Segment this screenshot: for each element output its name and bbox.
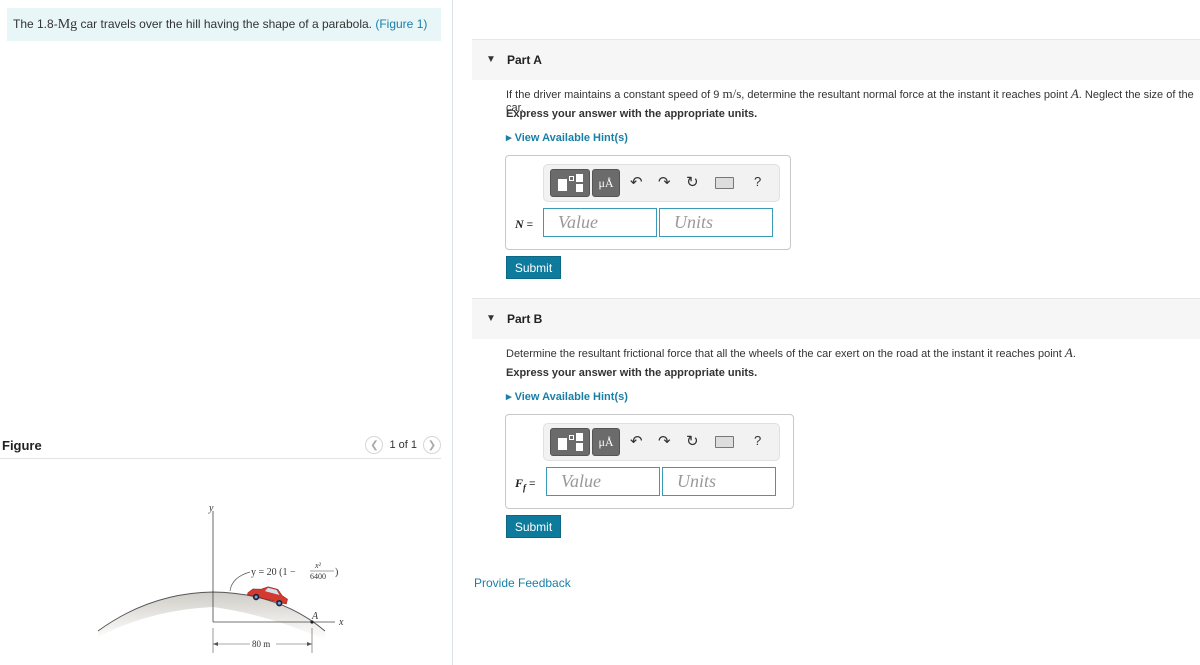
part-a-header[interactable]: ▼ Part A [472,39,1200,80]
value-input[interactable] [543,208,657,237]
fraction-template-icon [558,438,567,450]
equation-numerator: x² [314,561,322,570]
variable-symbol: F [515,476,524,490]
redo-icon[interactable]: ↷ [658,173,671,191]
undo-icon[interactable]: ↶ [630,173,643,191]
math-toolbar: μÅ ↶ ↷ ↻ ? [543,423,780,461]
part-b-submit-button[interactable]: Submit [506,515,561,538]
problem-text-after: car travels over the hill having the sha… [77,17,376,31]
units-input[interactable] [659,208,773,237]
equation-suffix: ) [335,567,338,578]
part-b-instruction: Express your answer with the appropriate… [506,367,758,379]
templates-button[interactable] [550,169,590,197]
reset-icon[interactable]: ↻ [686,432,699,450]
variable-subscript: f [523,482,527,493]
question-text: Determine the resultant frictional force… [506,348,1065,360]
keyboard-icon[interactable] [715,177,734,189]
provide-feedback-link[interactable]: Provide Feedback [474,576,571,590]
equation-denominator: 6400 [310,572,326,581]
part-b-label: Part B [507,312,543,326]
variable-label: Ff = [515,476,536,493]
redo-icon[interactable]: ↷ [658,432,671,450]
figure-title: Figure [2,438,42,453]
dimension-arrow-left [213,642,218,646]
keyboard-icon[interactable] [715,436,734,448]
pager-text: 1 of 1 [389,439,417,451]
problem-text-before: The 1.8- [13,17,58,31]
part-b-answer-box: μÅ ↶ ↷ ↻ ? Ff = [505,414,794,509]
part-b-hint-link[interactable]: ▸ View Available Hint(s) [506,390,628,403]
next-figure-button[interactable]: ❯ [423,436,441,454]
units-input[interactable] [662,467,776,496]
part-a-label: Part A [507,53,542,67]
part-b-question: Determine the resultant frictional force… [506,345,1076,361]
point-a-label: A [311,611,319,622]
dimension-arrow-right [307,642,312,646]
part-a-submit-button[interactable]: Submit [506,256,561,279]
variable-label: N = [515,217,534,231]
hint-label: View Available Hint(s) [514,132,628,144]
right-panel: ▼ Part A If the driver maintains a const… [472,0,1200,665]
figure-diagram: y x A y = 20 (1 − x² 6400 ) 80 m [97,503,344,653]
chevron-left-icon: ❮ [370,439,379,451]
fraction-template-icon [558,179,567,191]
collapse-triangle-icon: ▼ [486,54,496,65]
speed-unit: m/s [722,86,742,101]
question-text: , determine the resultant normal force a… [741,89,1071,101]
reset-icon[interactable]: ↻ [686,173,699,191]
part-a-instruction: Express your answer with the appropriate… [506,108,758,120]
part-a-hint-link[interactable]: ▸ View Available Hint(s) [506,131,628,144]
problem-statement: The 1.8-Mg car travels over the hill hav… [7,8,441,41]
y-axis-label: y [208,503,214,514]
undo-icon[interactable]: ↶ [630,432,643,450]
point-symbol: A [1070,86,1079,101]
point-symbol: A [1064,345,1073,360]
hill-shape [98,592,325,640]
question-text: . [1072,348,1076,360]
units-button[interactable]: μÅ [592,428,620,456]
figure-link[interactable]: (Figure 1) [375,17,427,31]
units-button[interactable]: μÅ [592,169,620,197]
caret-right-icon: ▸ [506,391,512,403]
math-toolbar: μÅ ↶ ↷ ↻ ? [543,164,780,202]
figure-pager: ❮ 1 of 1 ❯ [365,436,441,454]
question-text: If the driver maintains a constant speed… [506,89,723,101]
help-icon[interactable]: ? [754,433,761,448]
variable-symbol: N [515,217,524,231]
templates-button[interactable] [550,428,590,456]
panel-divider [452,0,453,665]
figure-header: Figure ❮ 1 of 1 ❯ [0,432,441,459]
value-input[interactable] [546,467,660,496]
help-icon[interactable]: ? [754,174,761,189]
collapse-triangle-icon: ▼ [486,313,496,324]
equation-prefix: y = 20 (1 − [251,567,296,578]
x-axis-label: x [338,617,344,628]
chevron-right-icon: ❯ [427,439,437,451]
left-panel: The 1.8-Mg car travels over the hill hav… [0,0,452,665]
dimension-label: 80 m [252,639,270,649]
prev-figure-button[interactable]: ❮ [365,436,384,454]
caret-right-icon: ▸ [506,132,512,144]
part-a-answer-box: μÅ ↶ ↷ ↻ ? N = [505,155,791,250]
hint-label: View Available Hint(s) [514,391,628,403]
mass-unit: Mg [57,17,78,32]
equation-leader [229,571,251,592]
part-b-header[interactable]: ▼ Part B [472,298,1200,339]
